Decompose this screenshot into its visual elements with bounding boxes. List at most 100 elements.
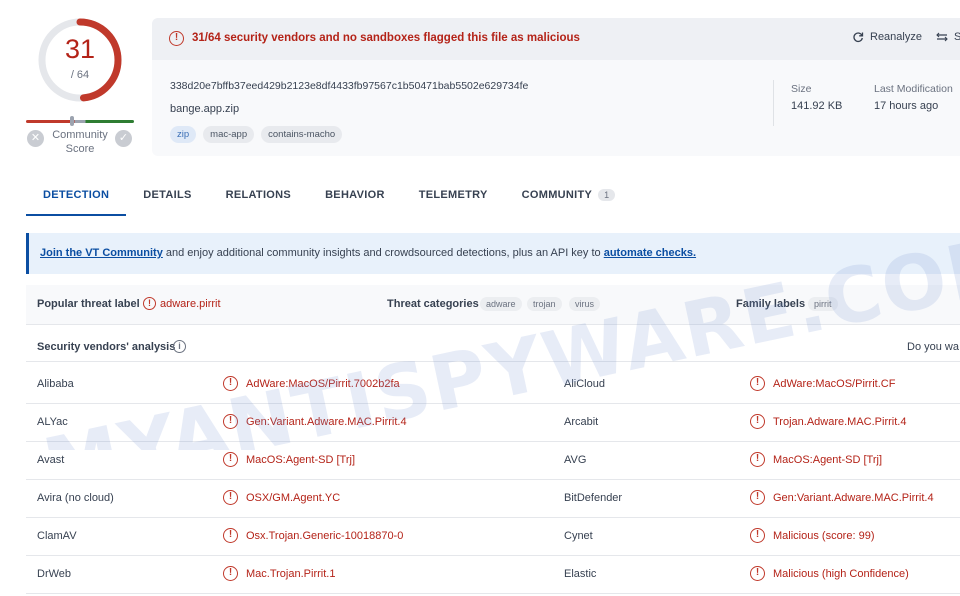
vendor-name: Avast (37, 454, 65, 466)
tag-zip[interactable]: zip (170, 126, 197, 143)
vendor-name: AliCloud (564, 378, 605, 390)
vendor-name: BitDefender (564, 492, 623, 504)
vendor-detection: Mac.Trojan.Pirrit.1 (246, 568, 336, 580)
vendor-detection: Gen:Variant.Adware.MAC.Pirrit.4 (246, 416, 407, 428)
last-modification-value: 17 hours ago (874, 100, 939, 112)
category-chip-virus[interactable]: virus (569, 297, 601, 311)
family-labels-label: Family labels (736, 298, 806, 310)
detection-alert-icon: ! (750, 490, 765, 505)
tab-telemetry[interactable]: TELEMETRY (402, 178, 505, 216)
vendor-name: DrWeb (37, 568, 72, 580)
vendor-name: Alibaba (37, 378, 74, 390)
tab-relations[interactable]: RELATIONS (209, 178, 308, 216)
community-banner: Join the VT Community and enjoy addition… (26, 233, 960, 274)
vendor-row: Avast! MacOS:Agent-SD [Trj] AVG! MacOS:Agen… (26, 442, 960, 480)
file-name: bange.app.zip (170, 103, 240, 115)
community-score-marker (70, 116, 74, 126)
threat-categories-label: Threat categories (387, 298, 479, 310)
tab-bar: DETECTION DETAILS RELATIONS BEHAVIOR TEL… (26, 178, 632, 216)
vendor-row: ClamAV! Osx.Trojan.Generic-10018870-0 Cyne… (26, 518, 960, 556)
detection-alert-icon: ! (750, 566, 765, 581)
vendors-header-right-text: Do you wa (907, 341, 959, 353)
vendor-row: ALYac! Gen:Variant.Adware.MAC.Pirrit.4 Arc… (26, 404, 960, 442)
community-score-label: Community Score (48, 128, 112, 156)
detection-score: 31 / 64 ✕ Community Score ✓ (22, 12, 138, 162)
refresh-icon (853, 32, 864, 43)
vote-malicious-icon[interactable]: ✕ (27, 130, 44, 147)
alert-text: 31/64 security vendors and no sandboxes … (192, 32, 580, 44)
malicious-alert: ! 31/64 security vendors and no sandboxe… (152, 18, 960, 60)
category-chip-adware[interactable]: adware (480, 297, 522, 311)
community-count-badge: 1 (598, 189, 616, 201)
meta-divider (773, 80, 774, 126)
vendor-row: DrWeb! Mac.Trojan.Pirrit.1 Elastic! Malicio… (26, 556, 960, 594)
family-chip-pirrit[interactable]: pirrit (808, 297, 838, 311)
vendors-header: Security vendors' analysis i Do you wa (26, 332, 960, 362)
join-community-link[interactable]: Join the VT Community (40, 247, 163, 259)
tab-behavior[interactable]: BEHAVIOR (308, 178, 402, 216)
threat-summary: Popular threat label ! adware.pirrit Thr… (26, 285, 960, 325)
last-modification-label: Last Modification (874, 83, 953, 95)
info-icon[interactable]: i (173, 340, 186, 353)
vendor-detection: Gen:Variant.Adware.MAC.Pirrit.4 (773, 492, 934, 504)
vendor-name: ALYac (37, 416, 68, 428)
vendor-detection: Malicious (high Confidence) (773, 568, 909, 580)
reanalyze-button[interactable]: Reanalyze (852, 31, 922, 43)
tab-community[interactable]: COMMUNITY 1 (505, 178, 633, 216)
file-hash[interactable]: 338d20e7bffb37eed429b2123e8df4433fb97567… (170, 80, 528, 92)
detection-alert-icon: ! (750, 452, 765, 467)
reanalyze-label: Reanalyze (870, 31, 922, 43)
vendor-name: ClamAV (37, 530, 77, 542)
threat-alert-icon: ! (143, 297, 156, 310)
tag-contains-macho[interactable]: contains-macho (261, 126, 343, 143)
vendor-detection: MacOS:Agent-SD [Trj] (773, 454, 883, 466)
banner-text: Join the VT Community and enjoy addition… (40, 247, 696, 259)
detection-alert-icon: ! (223, 376, 238, 391)
popular-threat-value[interactable]: adware.pirrit (160, 298, 221, 310)
detection-alert-icon: ! (223, 414, 238, 429)
vendor-name: Arcabit (564, 416, 599, 428)
community-label-2: Score (65, 143, 95, 155)
vote-harmless-icon[interactable]: ✓ (115, 130, 132, 147)
alert-icon: ! (169, 31, 184, 46)
vendor-row: Alibaba! AdWare:MacOS/Pirrit.7002b2fa AliC… (26, 366, 960, 404)
category-chip-trojan[interactable]: trojan (527, 297, 562, 311)
vendor-detection: Trojan.Adware.MAC.Pirrit.4 (773, 416, 907, 428)
size-label: Size (791, 83, 812, 95)
vendor-table: Alibaba! AdWare:MacOS/Pirrit.7002b2fa AliC… (26, 366, 960, 594)
vendor-detection: AdWare:MacOS/Pirrit.CF (773, 378, 896, 390)
detection-count: 31 (64, 34, 96, 64)
total-engines: / 64 (70, 69, 90, 81)
detection-alert-icon: ! (223, 490, 238, 505)
vendor-detection: MacOS:Agent-SD [Trj] (246, 454, 356, 466)
vendor-detection: AdWare:MacOS/Pirrit.7002b2fa (246, 378, 400, 390)
vendor-name: Avira (no cloud) (37, 492, 114, 504)
size-value: 141.92 KB (791, 100, 843, 112)
detection-alert-icon: ! (750, 528, 765, 543)
vendor-detection: Malicious (score: 99) (773, 530, 875, 542)
similar-icon (936, 32, 948, 42)
similar-button[interactable]: Si (936, 31, 960, 43)
vendors-analysis-title: Security vendors' analysis (37, 341, 176, 353)
file-tags: zip mac-app contains-macho (170, 126, 343, 143)
detection-alert-icon: ! (223, 528, 238, 543)
vendor-detection: Osx.Trojan.Generic-10018870-0 (246, 530, 404, 542)
vendor-row: Avira (no cloud)! OSX/GM.Agent.YC BitDefen… (26, 480, 960, 518)
automate-checks-link[interactable]: automate checks. (604, 247, 696, 259)
vendor-detection: OSX/GM.Agent.YC (246, 492, 341, 504)
detection-alert-icon: ! (750, 376, 765, 391)
community-score-bar (26, 120, 134, 123)
similar-label: Si (954, 31, 960, 43)
community-label-1: Community (52, 129, 108, 141)
vendor-name: Cynet (564, 530, 593, 542)
detection-alert-icon: ! (223, 566, 238, 581)
tag-mac-app[interactable]: mac-app (203, 126, 255, 143)
detection-alert-icon: ! (223, 452, 238, 467)
popular-threat-label: Popular threat label (37, 298, 140, 310)
vendor-name: AVG (564, 454, 587, 466)
vendor-name: Elastic (564, 568, 597, 580)
detection-alert-icon: ! (750, 414, 765, 429)
tab-community-label: COMMUNITY (521, 189, 593, 201)
tab-detection[interactable]: DETECTION (26, 178, 127, 216)
tab-details[interactable]: DETAILS (126, 178, 208, 216)
